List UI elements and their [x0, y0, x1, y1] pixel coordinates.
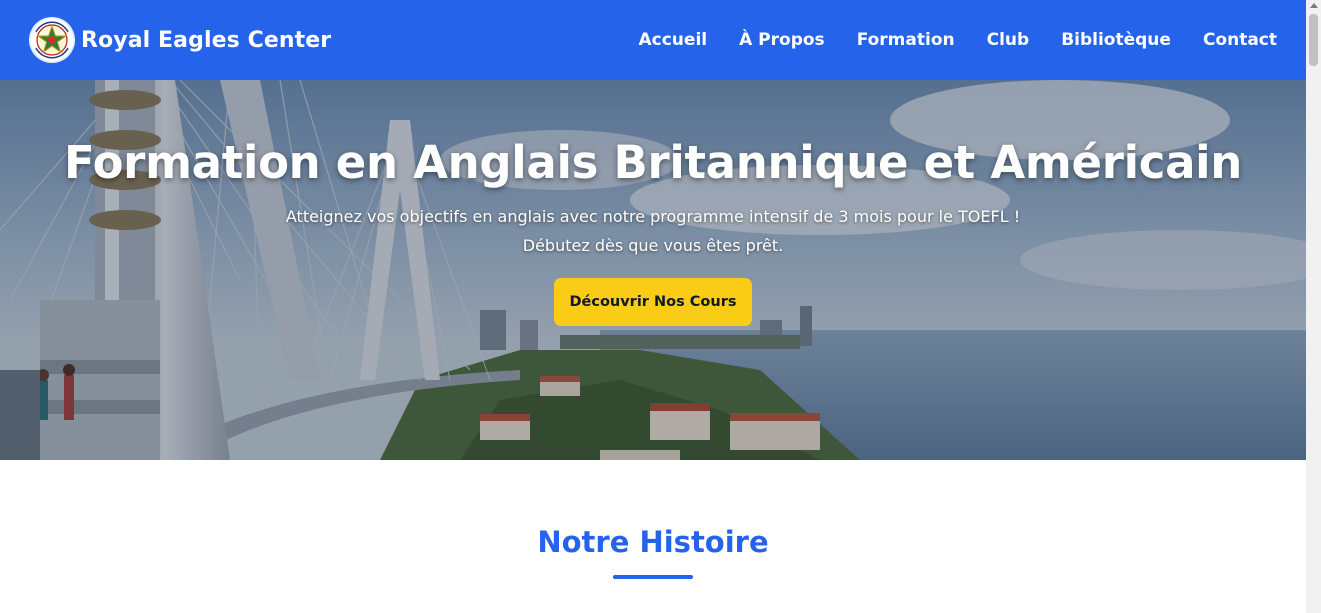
logo — [29, 17, 75, 63]
nav-link-a-propos[interactable]: À Propos — [739, 30, 825, 50]
nav-link-formation[interactable]: Formation — [857, 30, 955, 50]
scrollbar-thumb[interactable] — [1309, 14, 1318, 66]
nav-link-contact[interactable]: Contact — [1203, 30, 1277, 50]
hero-subtitle: Atteignez vos objectifs en anglais avec … — [0, 202, 1306, 260]
hero-section: Formation en Anglais Britannique et Amér… — [0, 80, 1306, 460]
main-nav: Accueil À Propos Formation Club Bibliotè… — [607, 30, 1278, 50]
nav-link-accueil[interactable]: Accueil — [639, 30, 708, 50]
hero-title: Formation en Anglais Britannique et Amér… — [63, 136, 1243, 189]
navbar: Royal Eagles Center Accueil À Propos For… — [0, 0, 1306, 80]
section-title-notre-histoire: Notre Histoire — [537, 525, 769, 559]
brand[interactable]: Royal Eagles Center — [29, 17, 331, 63]
nav-link-club[interactable]: Club — [987, 30, 1030, 50]
scroll-up-arrow-icon[interactable] — [1310, 3, 1318, 8]
page: Royal Eagles Center Accueil À Propos For… — [0, 0, 1306, 613]
nav-link-bibliotheque[interactable]: Bibliotèque — [1061, 30, 1171, 50]
hero-subtitle-line-2: Débutez dès que vous êtes prêt. — [522, 236, 784, 255]
discover-courses-button[interactable]: Découvrir Nos Cours — [554, 278, 752, 326]
vertical-scrollbar[interactable] — [1306, 0, 1321, 613]
brand-name: Royal Eagles Center — [81, 27, 332, 53]
hero-subtitle-line-1: Atteignez vos objectifs en anglais avec … — [285, 207, 1021, 226]
section-title-underline — [613, 575, 693, 579]
logo-emblem-icon — [29, 17, 75, 63]
